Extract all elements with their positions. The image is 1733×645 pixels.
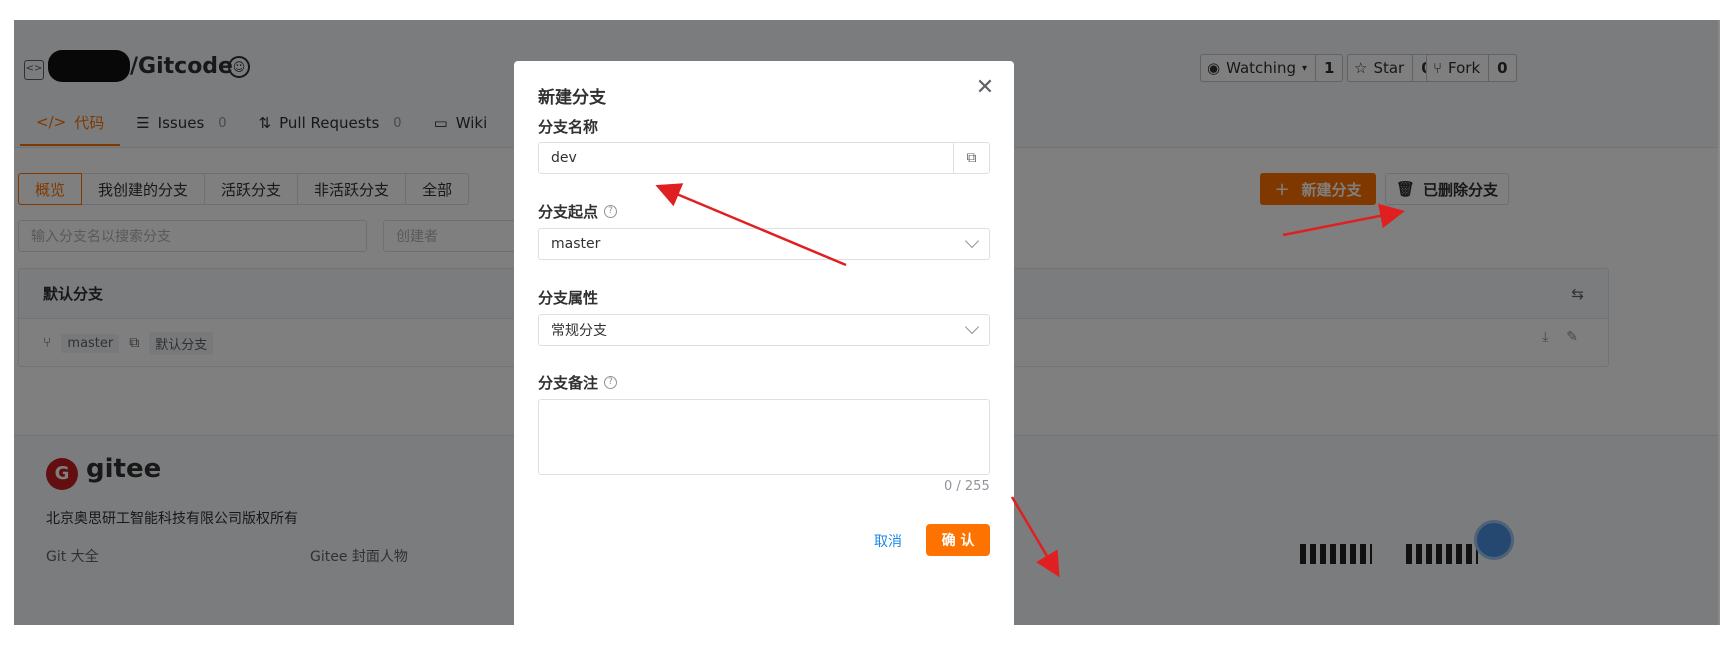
branch-attr-value: 常规分支 bbox=[551, 323, 607, 339]
branch-name-value: dev bbox=[551, 150, 577, 166]
copy-icon[interactable]: ⧉ bbox=[953, 143, 989, 173]
confirm-button[interactable]: 确 认 bbox=[926, 524, 990, 556]
right-border bbox=[1718, 20, 1720, 625]
chevron-down-icon bbox=[964, 319, 980, 335]
branch-start-label: 分支起点? bbox=[538, 201, 618, 222]
branch-start-select[interactable]: master bbox=[538, 228, 990, 260]
branch-note-label: 分支备注? bbox=[538, 372, 618, 393]
char-counter: 0 / 255 bbox=[944, 479, 990, 494]
cancel-button[interactable]: 取消 bbox=[864, 527, 912, 555]
new-branch-dialog: 新建分支 ✕ 分支名称 dev ⧉ 分支起点? master 分支属性 常规分支… bbox=[514, 61, 1014, 625]
page: <> /Gitcode ☺ ◉Watching▾ 1 ☆Star 0 ⑂Fork… bbox=[14, 20, 1718, 625]
branch-name-label: 分支名称 bbox=[538, 118, 599, 136]
branch-name-field[interactable]: dev ⧉ bbox=[538, 142, 990, 174]
branch-attr-select[interactable]: 常规分支 bbox=[538, 314, 990, 346]
chevron-down-icon bbox=[964, 233, 980, 249]
close-icon[interactable]: ✕ bbox=[974, 77, 996, 99]
branch-note-textarea[interactable] bbox=[538, 399, 990, 475]
dialog-title: 新建分支 bbox=[538, 88, 606, 108]
branch-attr-label: 分支属性 bbox=[538, 289, 599, 307]
help-icon[interactable]: ? bbox=[604, 205, 618, 218]
branch-start-value: master bbox=[551, 236, 601, 252]
help-icon[interactable]: ? bbox=[604, 376, 618, 389]
